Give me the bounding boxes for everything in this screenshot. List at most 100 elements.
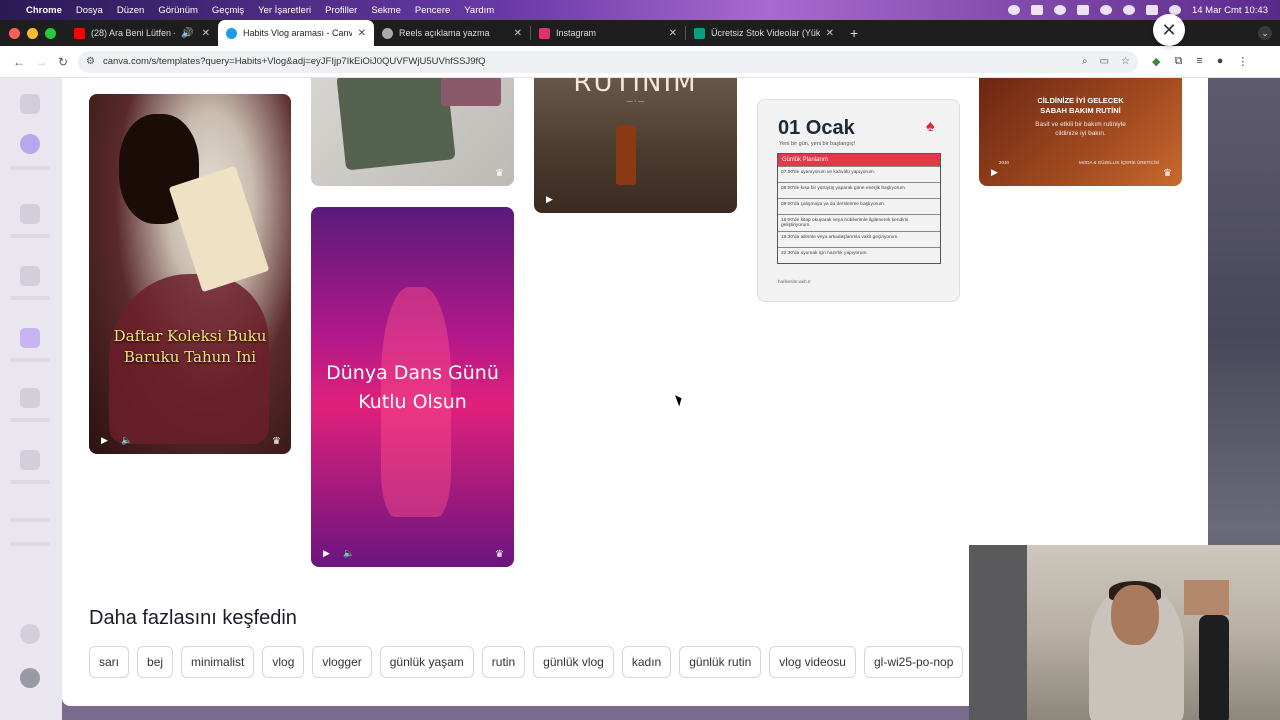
tab-close-icon[interactable]: ✕ [826,28,834,39]
tab-youtube[interactable]: (28) Ara Beni Lütfen - You 🔊 ✕ [66,20,218,46]
menu-tab[interactable]: Sekme [371,5,401,16]
close-modal-button[interactable]: ✕ [1153,14,1185,46]
chip-kadin[interactable]: kadın [621,646,672,678]
site-info-icon[interactable]: ⚙ [86,56,95,67]
menu-history[interactable]: Geçmiş [212,5,244,16]
sidebar-ghost-label [10,358,50,362]
tab-close-icon[interactable]: ✕ [669,28,677,39]
url-text[interactable]: canva.com/s/templates?query=Habits+Vlog&… [103,56,1070,67]
menu-profiles[interactable]: Profiller [325,5,357,16]
sidebar-ghost-label [10,542,50,546]
template-card-dance[interactable]: Dünya Dans Günü Kutlu Olsun ▶ 🔈 ♛ [311,207,514,567]
chip-sari[interactable]: sarı [89,646,130,678]
chip-bej[interactable]: bej [137,646,174,678]
minimize-window-icon[interactable] [27,27,38,39]
more-menu-icon[interactable]: ⋮ [1237,55,1248,68]
wifi-icon[interactable] [1099,5,1112,15]
profile-avatar-icon[interactable]: ● [1217,55,1224,68]
battery-icon[interactable] [1076,5,1089,15]
tab-instagram[interactable]: Instagram ✕ [531,20,685,46]
menu-window[interactable]: Pencere [415,5,450,16]
play-icon[interactable]: ▶ [101,435,108,446]
template-card-serum[interactable]: RUTİNİM — ◦ — ▶ [534,78,737,213]
sidebar-ghost-icon [20,328,40,348]
plan-table-row: 18:00'de kitap okuyarak veya hobilerimle… [778,214,940,231]
webcam-door [969,545,1027,720]
webcam-person-head [1111,585,1159,645]
menu-view[interactable]: Görünüm [158,5,198,16]
zoom-icon[interactable]: ⌕ [1082,56,1088,67]
template-card-daily-plan[interactable]: 01 Ocak ♠ Yeni bir gün, yeni bir başlang… [757,99,960,302]
install-app-icon[interactable]: ▭ [1100,56,1109,67]
plan-table: Günlük Planlarım 07:00'de uyanıyorum ve … [777,153,941,264]
tab-close-icon[interactable]: ✕ [202,28,210,39]
back-icon[interactable]: ← [8,55,30,69]
chip-rutin[interactable]: rutin [481,646,526,678]
menu-bookmarks[interactable]: Yer İşaretleri [258,5,311,16]
screen-share-icon[interactable] [1030,5,1043,15]
chip-minimalist[interactable]: minimalist [181,646,255,678]
play-icon[interactable]: ▶ [991,167,998,178]
menu-app-chrome[interactable]: Chrome [26,5,62,16]
card-subtitle: Basit ve etkili bir bakım rutiniyle cild… [979,120,1182,138]
template-card-book[interactable]: Daftar Koleksi Buku Baruku Tahun Ini ▶ 🔈… [89,94,291,454]
plan-table-row: 22:30'da uyumak için hazırlık yapıyorum. [778,247,940,263]
sidebar-ghost-icon [20,204,40,224]
canva-sidebar-background [0,78,62,720]
tab-close-icon[interactable]: ✕ [358,28,366,39]
chip-gunluk-yasam[interactable]: günlük yaşam [379,646,474,678]
chip-gunluk-rutin[interactable]: günlük rutin [679,646,762,678]
reload-icon[interactable]: ↻ [52,55,74,69]
menu-clock[interactable]: 14 Mar Cmt 10:43 [1192,5,1268,16]
card-divider: — ◦ — [626,99,645,105]
tab-title: Reels açıklama yazma [399,28,490,38]
close-window-icon[interactable] [9,27,20,39]
record-icon[interactable] [1053,5,1066,15]
sidebar-ghost-label [10,518,50,522]
chip-vlog[interactable]: vlog [262,646,305,678]
card-year: 2030 [999,160,1010,165]
tab-search-icon[interactable]: ⌄ [1258,26,1272,40]
card-photo-bottle [616,125,636,185]
zoom-window-icon[interactable] [45,27,56,39]
card-footer: harikesite.web.tr [778,279,811,284]
tab-pexels[interactable]: Ücretsiz Stok Videolar (Yükse ✕ [686,20,842,46]
chip-vlog-videosu[interactable]: vlog videosu [769,646,856,678]
menu-file[interactable]: Dosya [76,5,103,16]
reading-list-icon[interactable]: ≡ [1196,55,1202,68]
address-bar[interactable]: ⚙ canva.com/s/templates?query=Habits+Vlo… [78,50,1138,73]
card-caption: Daftar Koleksi Buku Baruku Tahun Ini [89,326,291,368]
forward-icon[interactable]: → [30,55,52,69]
chip-vlogger[interactable]: vlogger [312,646,372,678]
speaker-icon[interactable]: 🔊 [181,28,193,39]
status-icon[interactable] [1007,5,1020,15]
sidebar-ghost-icon [20,624,40,644]
template-card-skincare[interactable]: CİLDİNİZE İYİ GELECEK SABAH BAKIM RUTİNİ… [979,78,1182,186]
menu-edit[interactable]: Düzen [117,5,144,16]
bookmark-star-icon[interactable]: ☆ [1121,56,1130,67]
sidebar-ghost-label [10,480,50,484]
chip-gunluk-vlog[interactable]: günlük vlog [533,646,614,678]
extension-icon[interactable]: ◆ [1152,55,1160,68]
volume-icon[interactable]: 🔈 [343,548,354,559]
sidebar-ghost-label [10,296,50,300]
new-tab-button[interactable]: + [850,25,858,41]
tab-canva[interactable]: Habits Vlog araması - Canva ✕ [218,20,374,46]
chip-gl-wi25[interactable]: gl-wi25-po-nop [863,646,964,678]
extensions-puzzle-icon[interactable]: ⧉ [1174,55,1182,68]
template-card-notebook[interactable]: ♛ [311,78,514,186]
card-subtitle: Yeni bir gün, yeni bir başlangıç! [779,141,856,147]
play-icon[interactable]: ▶ [546,194,553,205]
subtitle-line: cildinize iyi bakın. [1055,130,1106,137]
control-center-icon[interactable] [1145,5,1158,15]
play-icon[interactable]: ▶ [323,548,330,559]
tab-title: Habits Vlog araması - Canva [243,28,352,38]
menu-help[interactable]: Yardım [464,5,494,16]
browser-tab-bar: (28) Ara Beni Lütfen - You 🔊 ✕ Habits Vl… [0,20,1280,46]
tab-reels[interactable]: Reels açıklama yazma ✕ [374,20,530,46]
caption-line: Dünya Dans Günü [326,362,499,384]
spotlight-search-icon[interactable] [1122,5,1135,15]
volume-icon[interactable]: 🔈 [121,435,132,446]
tab-close-icon[interactable]: ✕ [514,28,522,39]
tab-title: Instagram [556,28,597,38]
